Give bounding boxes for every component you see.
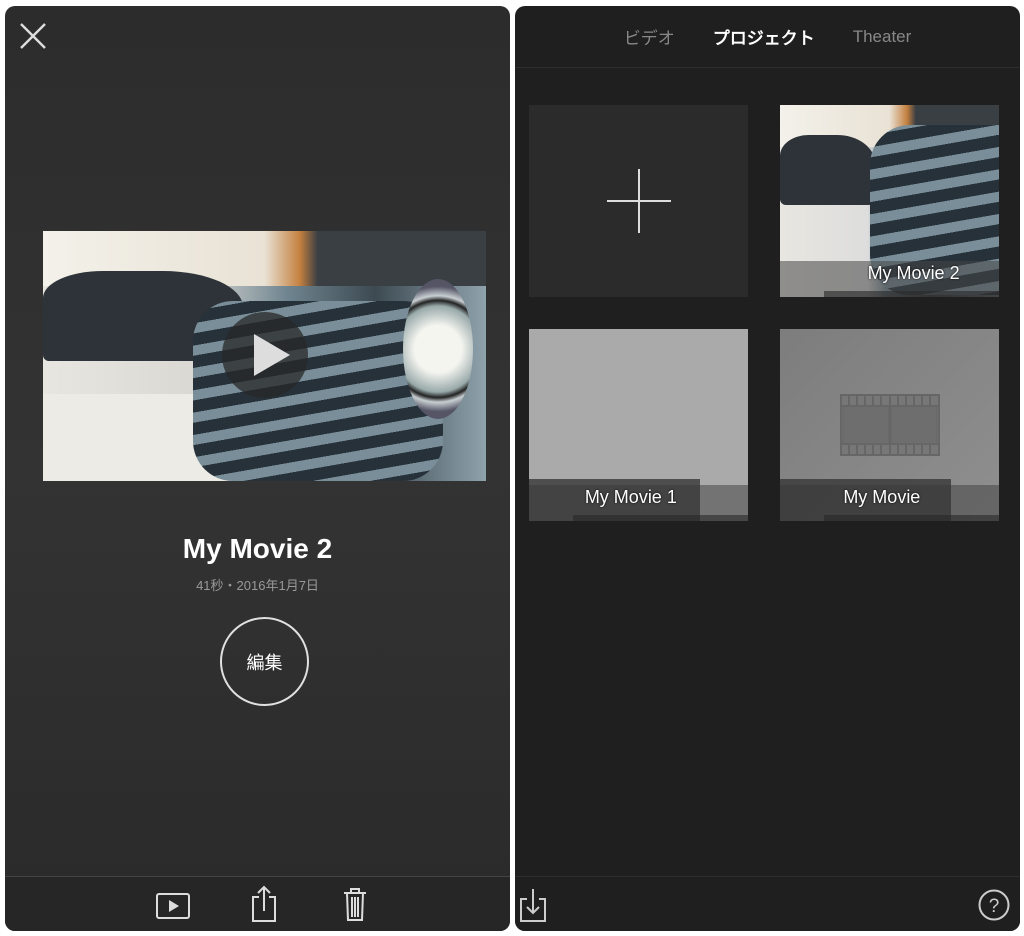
new-project-button[interactable] (529, 105, 748, 297)
svg-text:?: ? (989, 896, 1000, 917)
project-label: My Movie 1 (529, 479, 748, 521)
tab-bar: ビデオ プロジェクト Theater (515, 6, 1020, 68)
edit-label: 編集 (246, 652, 283, 673)
share-icon[interactable] (250, 885, 278, 923)
tab-projects[interactable]: プロジェクト (713, 24, 815, 49)
edit-button[interactable]: 編集 (220, 617, 309, 706)
project-label: My Movie (780, 479, 999, 521)
film-strip-icon (840, 394, 940, 456)
project-tile[interactable]: My Movie (780, 329, 999, 521)
close-icon[interactable] (19, 22, 47, 50)
project-title: My Movie (843, 487, 921, 507)
bottom-toolbar: ? (515, 876, 1020, 931)
project-title: My Movie 1 (584, 487, 677, 507)
movie-title: My Movie 2 (182, 533, 333, 564)
project-label: My Movie 2 (780, 261, 999, 297)
project-tile[interactable]: My Movie 1 (529, 329, 748, 521)
tab-video[interactable]: ビデオ (624, 24, 675, 49)
movie-info: 41秒・2016年1月7日 (196, 578, 319, 593)
help-icon[interactable]: ? (978, 889, 1010, 921)
tab-theater[interactable]: Theater (853, 27, 912, 47)
import-icon[interactable] (519, 887, 547, 923)
project-detail-panel: My Movie 2 41秒・2016年1月7日 編集 (5, 6, 510, 931)
trash-icon[interactable] (342, 885, 368, 923)
bottom-toolbar (5, 876, 510, 931)
projects-panel: ビデオ プロジェクト Theater My Movie 2 My Movie 1… (515, 6, 1020, 931)
plus-icon (607, 169, 671, 233)
play-icon[interactable] (155, 892, 191, 920)
play-button[interactable] (222, 312, 308, 398)
project-tile[interactable]: My Movie 2 (780, 105, 999, 297)
project-title: My Movie 2 (867, 263, 960, 283)
